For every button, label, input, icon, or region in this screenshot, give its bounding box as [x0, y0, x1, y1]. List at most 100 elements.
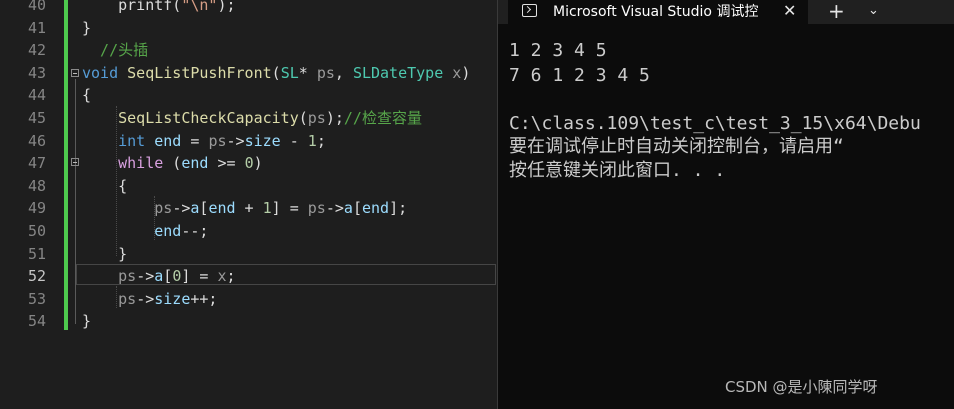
code-text: ps->size++;	[82, 288, 217, 311]
code-token: SeqListPushFront	[127, 63, 272, 82]
line-number: 47	[27, 154, 46, 173]
code-token: *	[298, 63, 317, 82]
code-token: end	[361, 199, 390, 218]
code-text: SeqListCheckCapacity(ps);//检查容量	[82, 107, 422, 130]
line-number: 40	[27, 0, 46, 14]
code-token: a	[343, 199, 353, 218]
code-token: ps	[208, 131, 227, 150]
chevron-down-icon[interactable]: ⌄	[868, 0, 879, 22]
code-token: [	[163, 267, 173, 286]
line-number: 41	[27, 18, 46, 37]
line-number: 52	[27, 267, 46, 286]
code-text: ps->a[end + 1] = ps->a[end];	[82, 197, 407, 220]
line-number: 42	[27, 41, 46, 60]
code-line[interactable]: 49 ps->a[end + 1] = ps->a[end];	[0, 197, 497, 220]
code-token: ->	[325, 199, 344, 218]
code-token: ->	[136, 289, 155, 308]
code-line[interactable]: 52 ps->a[0] = x;	[0, 265, 497, 288]
code-token: ;	[316, 131, 326, 150]
watermark: CSDN @是小陳同学呀	[725, 378, 878, 396]
code-token: a	[154, 267, 164, 286]
code-text: void SeqListPushFront(SL* ps, SLDateType…	[82, 62, 470, 85]
code-line[interactable]: 54}	[0, 310, 497, 333]
line-number: 54	[27, 312, 46, 331]
code-token: size	[154, 289, 191, 308]
code-line[interactable]: 50 end--;	[0, 220, 497, 243]
code-token: =	[181, 131, 209, 150]
code-line[interactable]: 44 {	[0, 84, 497, 107]
code-token: "\n"	[181, 0, 218, 14]
code-token: SL	[280, 63, 299, 82]
code-token: {	[82, 176, 128, 195]
code-text: }	[82, 243, 127, 266]
code-token: [	[352, 199, 362, 218]
line-number: 51	[27, 244, 46, 263]
code-token: //检查容量	[343, 109, 422, 127]
code-line[interactable]: 43 void SeqListPushFront(SL* ps, SLDateTy…	[0, 62, 497, 85]
code-token: (	[271, 63, 281, 82]
code-token: end	[181, 154, 209, 173]
code-text: {	[82, 84, 91, 107]
code-token: void	[82, 63, 119, 82]
code-token: ->	[136, 267, 155, 286]
code-token: int	[118, 131, 146, 150]
code-line[interactable]: 41}	[0, 17, 497, 40]
tab-debug-console[interactable]: Microsoft Visual Studio 调试控 ✕	[508, 0, 808, 24]
code-text: end--;	[82, 220, 208, 243]
code-line[interactable]: 40 printf("\n");	[0, 0, 497, 17]
code-token: x	[452, 63, 462, 82]
code-token: //头插	[82, 41, 149, 60]
code-text: }	[82, 310, 91, 333]
line-number: 45	[27, 109, 46, 127]
code-token: end	[154, 131, 182, 150]
line-number: 53	[27, 289, 46, 308]
code-token: ] =	[181, 267, 218, 286]
code-token: (	[298, 109, 308, 127]
code-token: ps	[316, 63, 335, 82]
code-token: -	[280, 131, 308, 150]
add-tab-button[interactable]: +	[828, 0, 845, 22]
code-token: ,	[334, 63, 353, 82]
code-editor[interactable]: 40 printf("\n"); 41} 42 //头插 43 void SeqList…	[0, 0, 497, 409]
code-token: 0	[172, 267, 182, 286]
code-token: --;	[181, 222, 209, 240]
tab-title: Microsoft Visual Studio 调试控	[553, 4, 759, 20]
code-token: size	[244, 131, 281, 150]
code-text: {	[82, 175, 127, 198]
terminal-window[interactable]: Microsoft Visual Studio 调试控 ✕ + ⌄ 1 2 3 …	[497, 0, 954, 409]
code-line[interactable]: 42 //头插	[0, 39, 497, 62]
code-line[interactable]: 45 SeqListCheckCapacity(ps);//检查容量	[0, 107, 497, 130]
output-line: 1 2 3 4 5	[509, 40, 607, 61]
code-token: (	[163, 154, 182, 173]
code-token: {	[82, 86, 92, 105]
code-token: 0	[244, 154, 254, 173]
close-icon[interactable]: ✕	[783, 0, 796, 22]
code-line[interactable]: 51 }	[0, 243, 497, 266]
code-line[interactable]: 53 ps->size++;	[0, 288, 497, 311]
line-number: 46	[27, 131, 46, 150]
code-token: SLDateType	[352, 63, 444, 82]
output-line: 要在调试停止时自动关闭控制台，请启用“	[509, 136, 844, 157]
code-token: ] =	[271, 199, 308, 218]
line-number: 50	[27, 222, 46, 240]
line-number: 48	[27, 176, 46, 195]
line-number: 49	[27, 199, 46, 218]
code-token: while	[118, 154, 164, 173]
code-text: ps->a[0] = x;	[82, 265, 235, 288]
code-line[interactable]: 48 {	[0, 175, 497, 198]
code-token: }	[82, 312, 92, 331]
code-token: printf(	[82, 0, 182, 14]
code-token: 1	[307, 131, 317, 150]
code-token: end	[154, 222, 182, 240]
code-line[interactable]: 46 int end = ps->size - 1;	[0, 130, 497, 153]
output-line: 按任意键关闭此窗口. . .	[509, 160, 726, 181]
code-text: int end = ps->size - 1;	[82, 130, 326, 153]
code-line[interactable]: 47 while (end >= 0)	[0, 152, 497, 175]
